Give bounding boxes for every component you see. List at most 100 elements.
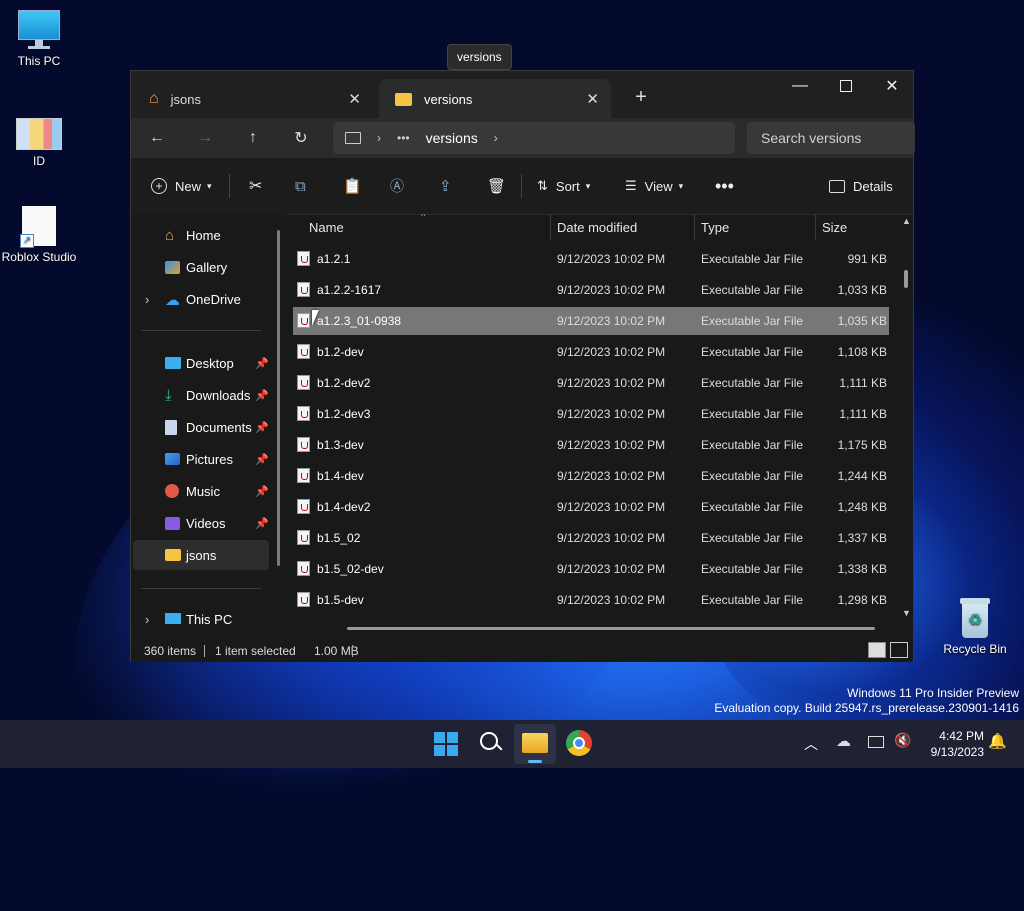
file-row[interactable]: b1.2-dev2 9/12/2023 10:02 PM Executable Ja… [293, 369, 889, 397]
file-row[interactable]: a1.2.1 9/12/2023 10:02 PM Executable Jar F… [293, 245, 889, 273]
close-tab-icon[interactable]: ✕ [586, 90, 599, 108]
scroll-up-arrow-icon[interactable]: ▲ [902, 216, 911, 226]
chrome-taskbar-button[interactable] [566, 730, 592, 756]
details-button[interactable]: Details [829, 158, 893, 214]
file-row[interactable]: b1.4-dev2 9/12/2023 10:02 PM Executable Ja… [293, 493, 889, 521]
sidebar-item-downloads[interactable]: ⤓ Downloads 📌 [133, 380, 269, 410]
sidebar-scrollbar[interactable] [277, 230, 280, 566]
overflow-crumbs-icon[interactable]: ••• [397, 131, 410, 145]
clock[interactable]: 4:42 PM 9/13/2023 [920, 728, 984, 760]
file-row[interactable]: a1.2.2-1617 9/12/2023 10:02 PM Executable … [293, 276, 889, 304]
file-row[interactable]: b1.5_02 9/12/2023 10:02 PM Executable Jar … [293, 524, 889, 552]
volume-muted-icon[interactable]: 🔇 [894, 732, 911, 749]
chevron-down-icon: ▾ [207, 180, 212, 191]
music-icon [165, 484, 179, 498]
scroll-thumb[interactable] [904, 270, 908, 288]
sidebar-item-home[interactable]: ⌂ Home [133, 220, 269, 250]
file-size: 1,111 KB [839, 407, 887, 421]
desktop-icon-roblox-studio[interactable]: ↗ Roblox Studio [1, 206, 77, 264]
file-row[interactable]: b1.2-dev 9/12/2023 10:02 PM Executable Jar… [293, 338, 889, 366]
file-row[interactable]: b1.3-dev 9/12/2023 10:02 PM Executable Jar… [293, 431, 889, 459]
vertical-scrollbar[interactable]: ▲ ▼ [899, 214, 913, 624]
minimize-button[interactable]: — [777, 71, 823, 101]
sidebar-item-music[interactable]: Music 📌 [133, 476, 269, 506]
file-size: 1,035 KB [837, 314, 887, 328]
sidebar-item-this-pc[interactable]: › This PC [133, 604, 269, 634]
tab-jsons[interactable]: ⌂ jsons ✕ [133, 79, 373, 119]
forward-button[interactable]: → [185, 118, 225, 158]
sidebar-item-pictures[interactable]: Pictures 📌 [133, 444, 269, 474]
file-date: 9/12/2023 10:02 PM [557, 531, 666, 545]
cut-button[interactable]: ✂ [249, 158, 262, 214]
desktop-icon-this-pc[interactable]: This PC [1, 10, 77, 68]
chevron-right-icon[interactable]: › [145, 292, 149, 307]
desktop-icon-id[interactable]: ID [1, 118, 77, 168]
evaluation-watermark: Windows 11 Pro Insider Preview Evaluatio… [714, 686, 1019, 716]
file-explorer-taskbar-button[interactable] [514, 724, 556, 764]
sidebar-item-videos[interactable]: Videos 📌 [133, 508, 269, 538]
onedrive-tray-icon[interactable]: ☁ [836, 732, 851, 750]
scroll-down-arrow-icon[interactable]: ▼ [902, 608, 911, 618]
chevron-right-icon[interactable]: › [145, 612, 149, 627]
view-button[interactable]: ☰ View ▾ [625, 158, 683, 214]
back-button[interactable]: ← [137, 118, 177, 158]
network-icon[interactable] [868, 736, 884, 748]
desktop-icon-recycle-bin[interactable]: ♻ Recycle Bin [937, 598, 1013, 656]
file-name: b1.4-dev [317, 469, 364, 483]
column-divider[interactable] [694, 214, 695, 240]
address-bar[interactable]: › ••• versions › [333, 122, 735, 154]
tiles-view-button[interactable] [890, 642, 908, 658]
new-button[interactable]: + New ▾ [151, 158, 212, 214]
pin-icon[interactable]: 📌 [255, 421, 269, 434]
more-options-button[interactable]: ••• [715, 158, 734, 214]
maximize-button[interactable] [823, 71, 869, 101]
windows-logo-icon [447, 745, 458, 756]
file-row[interactable]: b1.4-dev 9/12/2023 10:02 PM Executable Jar… [293, 462, 889, 490]
close-tab-icon[interactable]: ✕ [348, 90, 361, 108]
file-row[interactable]: a1.2.3_01-0938 9/12/2023 10:02 PM Executab… [293, 307, 889, 335]
sort-button[interactable]: ⇅ Sort ▾ [537, 158, 590, 214]
delete-button[interactable]: 🗑 [487, 158, 506, 214]
tab-versions[interactable]: versions ✕ [379, 79, 611, 119]
rename-button[interactable]: Ⓐ [390, 158, 404, 214]
pin-icon[interactable]: 📌 [255, 517, 269, 530]
column-header-name[interactable]: Name [309, 214, 344, 240]
sidebar-item-gallery[interactable]: Gallery [133, 252, 269, 282]
file-row[interactable]: b1.5-dev 9/12/2023 10:02 PM Executable Jar… [293, 586, 889, 614]
column-divider[interactable] [550, 214, 551, 240]
new-tab-button[interactable]: + [627, 83, 655, 111]
chevron-right-icon[interactable]: › [494, 131, 498, 145]
pin-icon[interactable]: 📌 [255, 453, 269, 466]
column-header-type[interactable]: Type [701, 214, 729, 240]
pin-icon[interactable]: 📌 [255, 357, 269, 370]
chevron-right-icon[interactable]: › [377, 131, 381, 145]
start-button[interactable] [434, 732, 458, 756]
sidebar-item-desktop[interactable]: Desktop 📌 [133, 348, 269, 378]
column-header-date[interactable]: Date modified [557, 214, 637, 240]
search-button[interactable] [478, 730, 506, 758]
close-window-button[interactable]: ✕ [869, 71, 915, 101]
breadcrumb-versions[interactable]: versions [426, 130, 478, 146]
show-hidden-icons-button[interactable]: ︿ [804, 734, 818, 754]
pin-icon[interactable]: 📌 [255, 389, 269, 402]
column-divider[interactable] [815, 214, 816, 240]
file-row[interactable]: b1.5_02-dev 9/12/2023 10:02 PM Executable … [293, 555, 889, 583]
refresh-button[interactable]: ↻ [281, 118, 321, 158]
details-view-button[interactable] [868, 642, 886, 658]
copy-button[interactable]: ⧉ [295, 158, 306, 214]
jar-file-icon [297, 344, 310, 359]
horizontal-scrollbar[interactable] [347, 627, 875, 630]
paste-button[interactable]: 📋 [343, 158, 362, 214]
sidebar-item-jsons[interactable]: jsons [133, 540, 269, 570]
notification-bell-icon[interactable]: 🔔 [988, 732, 1007, 750]
share-button[interactable]: ⇪ [439, 158, 452, 214]
pin-icon[interactable]: 📌 [255, 485, 269, 498]
column-header-size[interactable]: Size [822, 214, 847, 240]
file-type: Executable Jar File [701, 438, 804, 452]
sidebar-item-onedrive[interactable]: › ☁ OneDrive [133, 284, 269, 314]
file-row[interactable]: b1.2-dev3 9/12/2023 10:02 PM Executable Ja… [293, 400, 889, 428]
up-button[interactable]: ↑ [233, 118, 273, 158]
sidebar-item-documents[interactable]: Documents 📌 [133, 412, 269, 442]
search-input[interactable]: Search versions [747, 122, 915, 154]
file-type: Executable Jar File [701, 283, 804, 297]
